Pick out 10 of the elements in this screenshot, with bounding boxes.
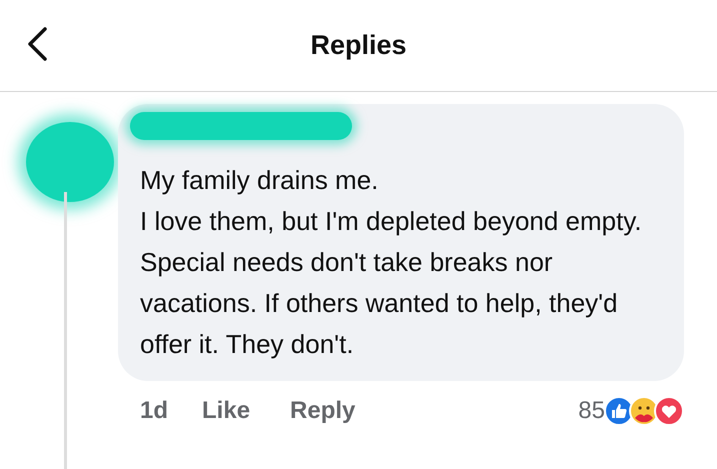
page-title: Replies [310, 30, 407, 61]
reaction-count: 85 [578, 397, 605, 425]
comment-text: Special needs don't take breaks nor vacations. If others wanted to help, they'd offer it. They don't. [140, 246, 619, 361]
comment-action[interactable]: Reply [290, 397, 356, 425]
comment-text: My family drains me. [140, 164, 380, 197]
back-icon [26, 26, 48, 62]
comment-time: 1d [140, 397, 168, 425]
comment-text: I love them, but I'm depleted beyond empty. [140, 205, 643, 238]
comment-action[interactable]: Like [202, 397, 250, 425]
back-button[interactable] [26, 26, 48, 62]
